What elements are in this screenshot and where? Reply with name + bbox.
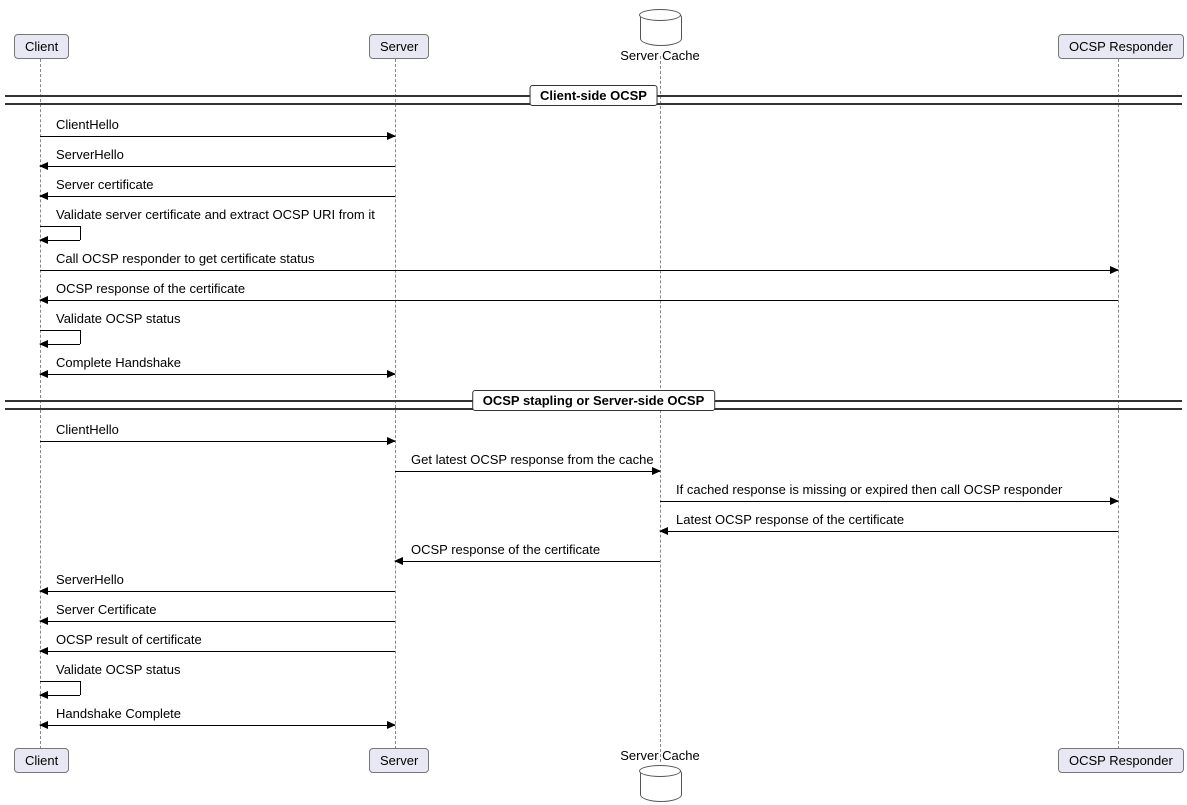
participant-client-bottom: Client [14, 748, 69, 773]
msg-call-ocsp: Call OCSP responder to get certificate s… [40, 252, 1118, 276]
msg-ocsp-result: OCSP result of certificate [40, 633, 395, 657]
msg-complete-handshake: Complete Handshake [40, 356, 395, 380]
participant-server-top: Server [369, 34, 429, 59]
sequence-diagram: Client Server OCSP Responder Server Cach… [0, 0, 1187, 805]
divider-label: OCSP stapling or Server-side OCSP [472, 390, 716, 411]
participant-server-bottom: Server [369, 748, 429, 773]
database-icon [640, 10, 680, 44]
msg-ocsp-response-1: OCSP response of the certificate [40, 282, 1118, 306]
msg-serverhello-2: ServerHello [40, 573, 395, 597]
divider-label: Client-side OCSP [529, 85, 658, 106]
divider-client-side: Client-side OCSP [5, 95, 1182, 105]
divider-stapling: OCSP stapling or Server-side OCSP [5, 400, 1182, 410]
arrowhead-icon [39, 370, 48, 378]
participant-responder-bottom: OCSP Responder [1058, 748, 1184, 773]
msg-handshake-complete: Handshake Complete [40, 707, 395, 731]
msg-server-cert: Server certificate [40, 178, 395, 202]
msg-get-cache: Get latest OCSP response from the cache [395, 453, 660, 477]
msg-clienthello-2: ClientHello [40, 423, 395, 447]
arrowhead-icon [39, 721, 48, 729]
participant-cache-top: Server Cache [590, 48, 730, 63]
msg-serverhello-1: ServerHello [40, 148, 395, 172]
participant-cache-bottom: Server Cache [590, 748, 730, 763]
participant-client-top: Client [14, 34, 69, 59]
participant-responder-top: OCSP Responder [1058, 34, 1184, 59]
msg-clienthello-1: ClientHello [40, 118, 395, 142]
msg-ocsp-response-2: OCSP response of the certificate [395, 543, 660, 567]
msg-latest-response: Latest OCSP response of the certificate [660, 513, 1118, 537]
database-icon [640, 766, 680, 800]
msg-server-cert-2: Server Certificate [40, 603, 395, 627]
msg-cache-miss: If cached response is missing or expired… [660, 483, 1118, 507]
